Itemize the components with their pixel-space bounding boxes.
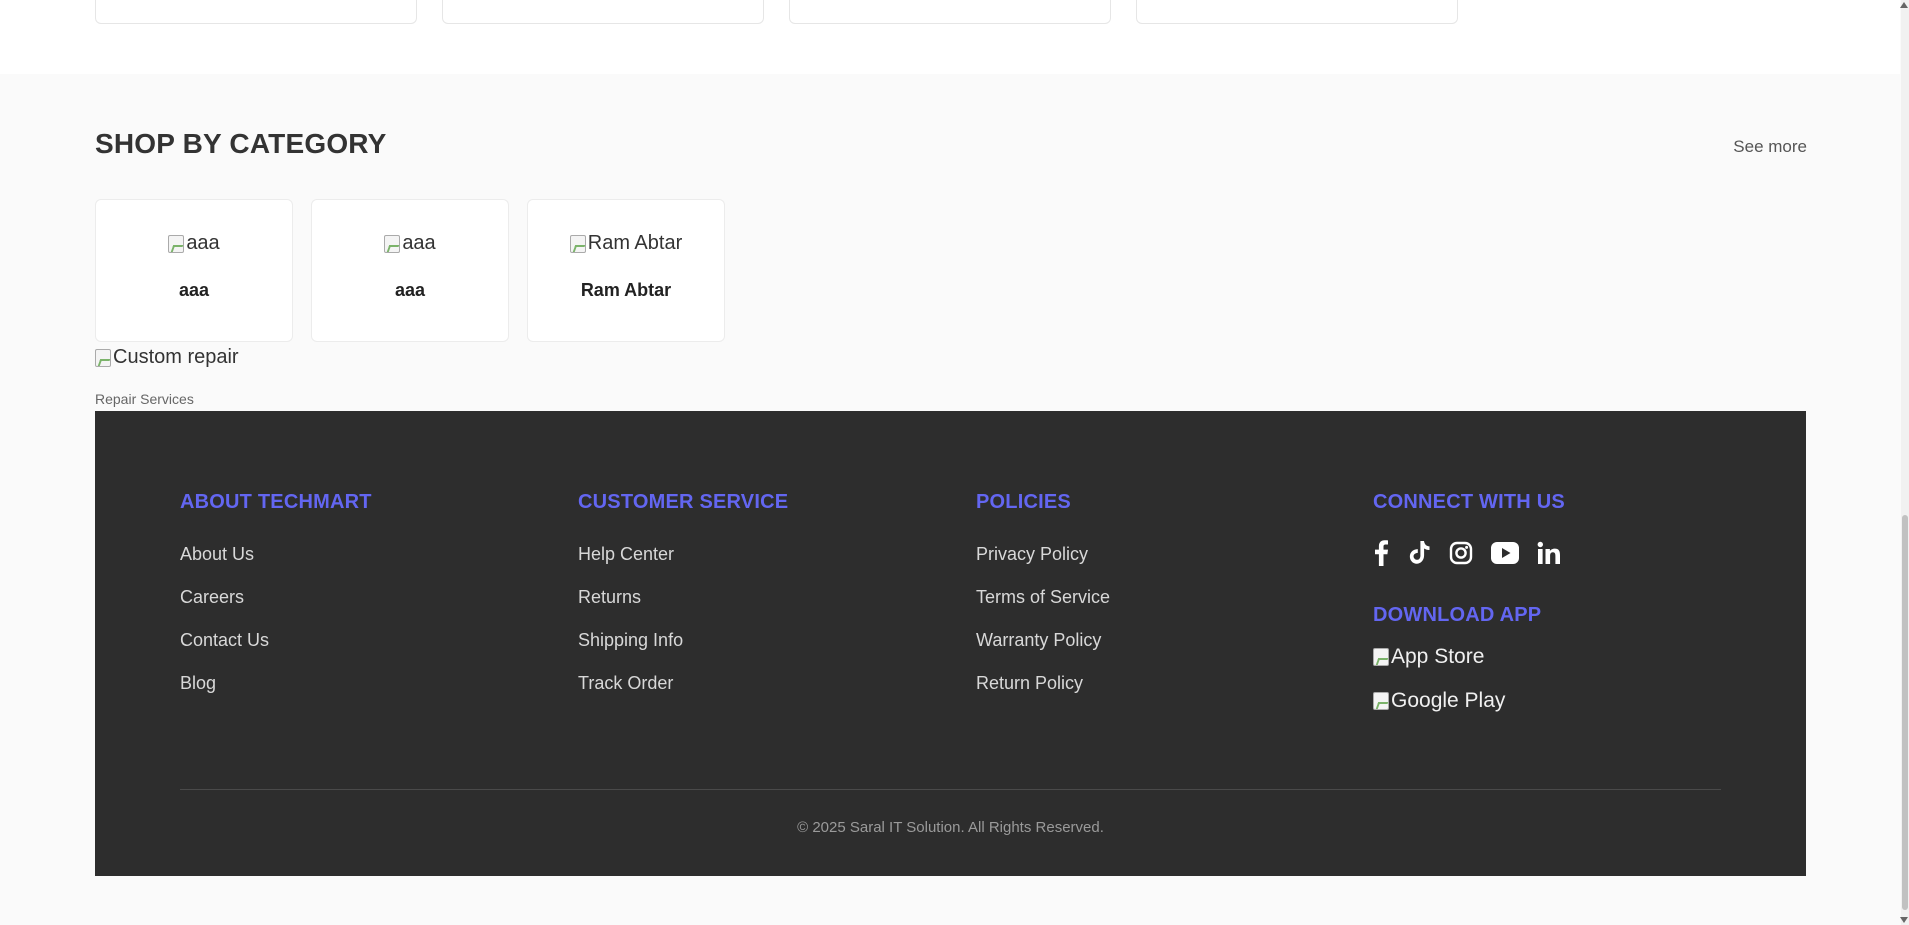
category-card[interactable]: aaa aaa <box>311 199 509 342</box>
broken-image-icon <box>569 234 586 253</box>
broken-image-icon <box>168 234 185 253</box>
footer-heading-connect: CONNECT WITH US <box>1373 491 1565 513</box>
see-more-link[interactable]: See more <box>1733 137 1807 157</box>
copyright-text: © 2025 Saral IT Solution. All Rights Res… <box>797 819 1104 836</box>
product-card[interactable] <box>95 0 417 24</box>
footer-policies-column: POLICIES Privacy Policy Terms of Service… <box>976 491 1110 716</box>
instagram-icon[interactable] <box>1449 541 1473 565</box>
scrollbar-thumb[interactable] <box>1902 515 1908 910</box>
category-image: aaa <box>384 232 436 255</box>
broken-image-icon <box>384 234 401 253</box>
footer-link-contact-us[interactable]: Contact Us <box>180 630 372 673</box>
footer-heading-about: ABOUT TECHMART <box>180 491 372 513</box>
footer-divider <box>180 789 1721 790</box>
product-card[interactable] <box>442 0 764 24</box>
category-image: Ram Abtar <box>569 232 682 255</box>
broken-image-icon <box>1373 692 1389 710</box>
footer-link-returns[interactable]: Returns <box>578 587 788 630</box>
footer-link-about-us[interactable]: About Us <box>180 544 372 587</box>
footer-link-careers[interactable]: Careers <box>180 587 372 630</box>
footer-link-privacy-policy[interactable]: Privacy Policy <box>976 544 1110 587</box>
repair-services-label: Repair Services <box>95 391 194 407</box>
footer-link-warranty-policy[interactable]: Warranty Policy <box>976 630 1110 673</box>
footer-heading-policies: POLICIES <box>976 491 1071 513</box>
scroll-up-arrow-icon[interactable] <box>1900 2 1908 8</box>
google-play-badge[interactable]: Google Play <box>1373 689 1565 713</box>
linkedin-icon[interactable] <box>1537 541 1561 565</box>
site-footer: ABOUT TECHMART About Us Careers Contact … <box>95 411 1806 876</box>
category-card[interactable]: aaa aaa <box>95 199 293 342</box>
footer-connect-column: CONNECT WITH US DOWNLOAD APP App Store G… <box>1373 491 1565 713</box>
footer-customer-service-column: CUSTOMER SERVICE Help Center Returns Shi… <box>578 491 788 716</box>
tiktok-icon[interactable] <box>1407 540 1431 566</box>
social-icons <box>1373 540 1565 566</box>
broken-image-icon <box>1373 648 1389 666</box>
footer-heading-customer-service: CUSTOMER SERVICE <box>578 491 789 513</box>
product-strip <box>0 0 1900 74</box>
category-card[interactable]: Ram Abtar Ram Abtar <box>527 199 725 342</box>
footer-heading-download: DOWNLOAD APP <box>1373 604 1542 626</box>
broken-image-icon <box>95 348 111 367</box>
footer-link-terms-of-service[interactable]: Terms of Service <box>976 587 1110 630</box>
footer-link-shipping-info[interactable]: Shipping Info <box>578 630 788 673</box>
youtube-icon[interactable] <box>1491 542 1519 564</box>
category-name: Ram Abtar <box>580 279 672 300</box>
footer-link-blog[interactable]: Blog <box>180 673 372 716</box>
facebook-icon[interactable] <box>1373 540 1389 566</box>
app-store-badge[interactable]: App Store <box>1373 645 1565 669</box>
category-name: aaa <box>178 279 210 300</box>
scroll-down-arrow-icon[interactable] <box>1900 917 1908 923</box>
custom-repair-image[interactable]: Custom repair <box>95 346 239 369</box>
page-scrollbar[interactable] <box>1900 0 1909 925</box>
footer-link-help-center[interactable]: Help Center <box>578 544 788 587</box>
category-name: aaa <box>394 279 426 300</box>
product-card[interactable] <box>789 0 1111 24</box>
category-image: aaa <box>168 232 220 255</box>
product-card[interactable] <box>1136 0 1458 24</box>
category-section-title: SHOP BY CATEGORY <box>95 128 387 159</box>
footer-link-track-order[interactable]: Track Order <box>578 673 788 716</box>
footer-about-column: ABOUT TECHMART About Us Careers Contact … <box>180 491 372 716</box>
footer-link-return-policy[interactable]: Return Policy <box>976 673 1110 716</box>
